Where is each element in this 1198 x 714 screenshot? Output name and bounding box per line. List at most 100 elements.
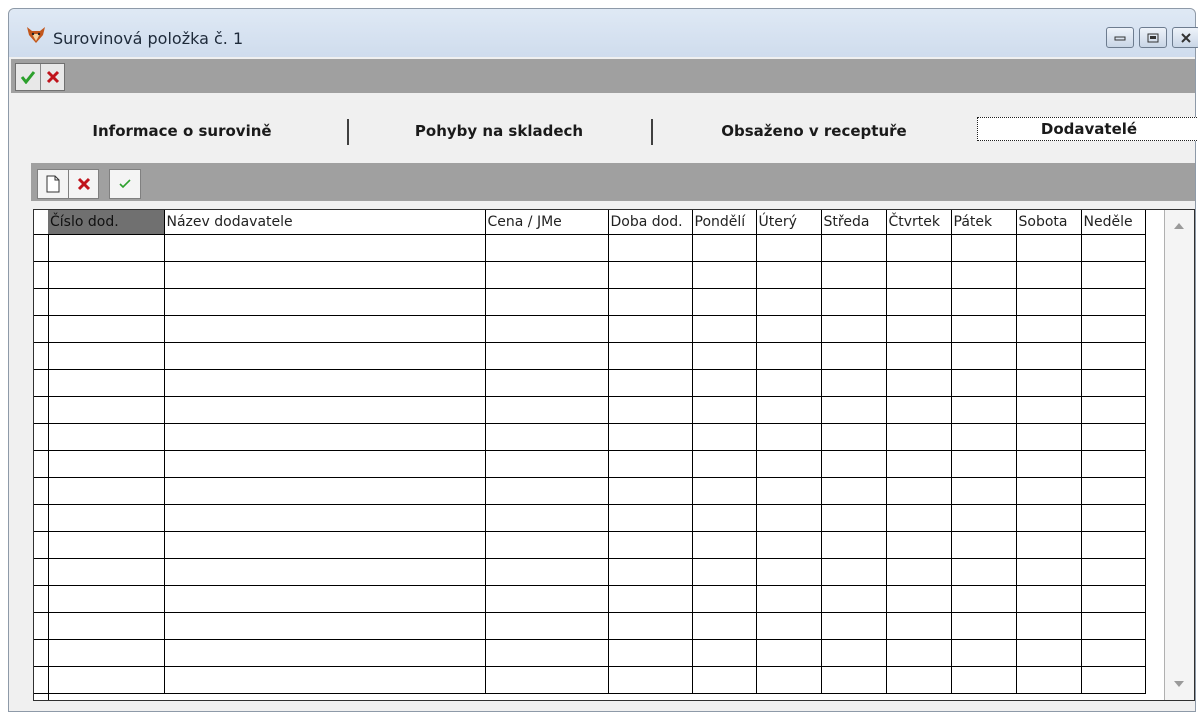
tab-informace[interactable]: Informace o surovině [21, 117, 343, 145]
column-header[interactable]: Cena / JMe [485, 210, 609, 235]
table-cell[interactable] [886, 423, 952, 451]
row-indicator[interactable] [34, 613, 48, 640]
table-cell[interactable] [48, 504, 165, 532]
table-cell[interactable] [164, 234, 486, 262]
table-cell[interactable] [485, 504, 609, 532]
table-cell[interactable] [164, 288, 486, 316]
column-header[interactable]: Doba dod. [608, 210, 693, 235]
table-cell[interactable] [485, 666, 609, 694]
table-cell[interactable] [48, 450, 165, 478]
table-cell[interactable] [1016, 585, 1082, 613]
table-cell[interactable] [821, 288, 887, 316]
table-cell[interactable] [608, 585, 693, 613]
table-cell[interactable] [821, 423, 887, 451]
table-cell[interactable] [608, 558, 693, 586]
table-cell[interactable] [164, 666, 486, 694]
table-cell[interactable] [1081, 558, 1146, 586]
table-cell[interactable] [692, 531, 757, 559]
close-button[interactable] [1172, 27, 1198, 48]
scroll-up-button[interactable] [1169, 216, 1189, 236]
table-cell[interactable] [608, 369, 693, 397]
table-cell[interactable] [756, 450, 822, 478]
table-row[interactable] [48, 261, 1146, 289]
table-cell[interactable] [821, 504, 887, 532]
table-cell[interactable] [164, 558, 486, 586]
table-cell[interactable] [756, 234, 822, 262]
save-record-button[interactable] [110, 170, 140, 198]
column-header[interactable]: Číslo dod. [48, 210, 165, 235]
table-cell[interactable] [48, 288, 165, 316]
table-cell[interactable] [1081, 396, 1146, 424]
table-row[interactable] [48, 315, 1146, 343]
table-cell[interactable] [485, 585, 609, 613]
table-cell[interactable] [48, 612, 165, 640]
table-cell[interactable] [692, 558, 757, 586]
table-cell[interactable] [164, 396, 486, 424]
table-cell[interactable] [756, 531, 822, 559]
cancel-button[interactable] [40, 64, 64, 90]
table-cell[interactable] [1016, 558, 1082, 586]
column-header[interactable]: Sobota [1016, 210, 1082, 235]
table-cell[interactable] [1016, 531, 1082, 559]
table-cell[interactable] [485, 639, 609, 667]
table-cell[interactable] [756, 315, 822, 343]
table-row[interactable] [48, 477, 1146, 505]
table-cell[interactable] [951, 666, 1017, 694]
table-cell[interactable] [821, 369, 887, 397]
table-row[interactable] [48, 504, 1146, 532]
table-cell[interactable] [1016, 666, 1082, 694]
table-cell[interactable] [886, 639, 952, 667]
table-cell[interactable] [951, 531, 1017, 559]
table-cell[interactable] [48, 477, 165, 505]
table-cell[interactable] [821, 531, 887, 559]
table-cell[interactable] [1081, 531, 1146, 559]
table-cell[interactable] [886, 612, 952, 640]
table-cell[interactable] [756, 558, 822, 586]
table-cell[interactable] [608, 396, 693, 424]
table-cell[interactable] [951, 288, 1017, 316]
table-row[interactable] [48, 558, 1146, 586]
table-cell[interactable] [951, 612, 1017, 640]
table-cell[interactable] [756, 342, 822, 370]
table-cell[interactable] [1081, 315, 1146, 343]
table-cell[interactable] [692, 639, 757, 667]
table-cell[interactable] [692, 504, 757, 532]
table-cell[interactable] [951, 396, 1017, 424]
table-cell[interactable] [1081, 342, 1146, 370]
table-cell[interactable] [756, 369, 822, 397]
table-cell[interactable] [1081, 423, 1146, 451]
table-cell[interactable] [692, 423, 757, 451]
table-cell[interactable] [485, 234, 609, 262]
row-indicator[interactable] [34, 478, 48, 505]
table-cell[interactable] [1081, 477, 1146, 505]
row-indicator[interactable] [34, 289, 48, 316]
table-cell[interactable] [886, 288, 952, 316]
table-cell[interactable] [164, 531, 486, 559]
table-cell[interactable] [608, 450, 693, 478]
table-cell[interactable] [1016, 288, 1082, 316]
table-cell[interactable] [48, 585, 165, 613]
table-cell[interactable] [886, 369, 952, 397]
table-cell[interactable] [608, 477, 693, 505]
table-row[interactable] [48, 288, 1146, 316]
table-cell[interactable] [1081, 585, 1146, 613]
table-cell[interactable] [48, 666, 165, 694]
column-header[interactable]: Čtvrtek [886, 210, 952, 235]
confirm-button[interactable] [16, 64, 40, 90]
row-indicator[interactable] [34, 343, 48, 370]
table-cell[interactable] [1016, 261, 1082, 289]
table-cell[interactable] [1081, 612, 1146, 640]
table-cell[interactable] [821, 342, 887, 370]
table-cell[interactable] [485, 342, 609, 370]
table-cell[interactable] [821, 234, 887, 262]
table-cell[interactable] [1016, 423, 1082, 451]
table-cell[interactable] [951, 315, 1017, 343]
table-cell[interactable] [485, 396, 609, 424]
table-cell[interactable] [1081, 450, 1146, 478]
table-cell[interactable] [608, 612, 693, 640]
table-cell[interactable] [48, 639, 165, 667]
table-cell[interactable] [164, 423, 486, 451]
table-cell[interactable] [164, 369, 486, 397]
table-row[interactable] [48, 342, 1146, 370]
table-cell[interactable] [1016, 612, 1082, 640]
